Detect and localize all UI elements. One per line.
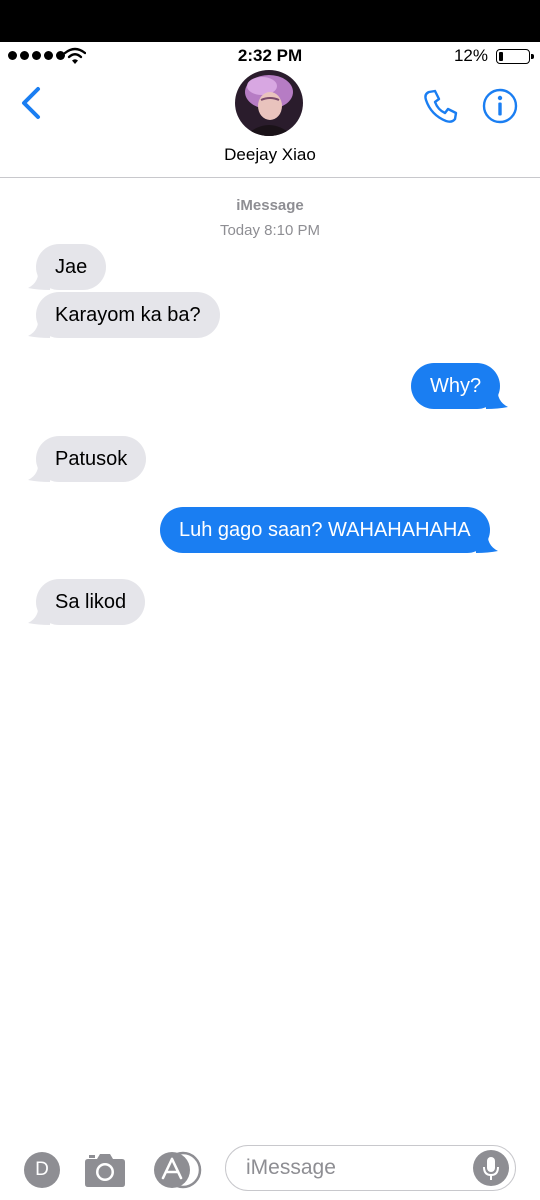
app-drawer-initial: D bbox=[35, 1159, 49, 1180]
chevron-left-icon[interactable] bbox=[14, 84, 54, 124]
message-text: Luh gago saan? WAHAHAHAHA bbox=[179, 519, 471, 541]
phone-icon[interactable] bbox=[420, 86, 460, 126]
message-text: Karayom ka ba? bbox=[55, 304, 201, 326]
conversation-header: Deejay Xiao bbox=[0, 70, 540, 178]
camera-icon[interactable] bbox=[84, 1151, 126, 1187]
app-store-icon[interactable] bbox=[153, 1151, 203, 1189]
bubble-tail bbox=[28, 268, 50, 290]
message-bubble-incoming[interactable]: Karayom ka ba? bbox=[28, 292, 220, 338]
message-text: Patusok bbox=[55, 448, 128, 470]
message-text: Why? bbox=[430, 375, 482, 397]
battery-icon bbox=[496, 49, 534, 64]
message-text: Sa likod bbox=[55, 591, 127, 613]
service-label: iMessage bbox=[236, 197, 304, 214]
top-black-bar bbox=[0, 0, 540, 42]
info-icon[interactable] bbox=[482, 88, 518, 124]
bubble-tail bbox=[28, 603, 50, 625]
message-input[interactable]: iMessage bbox=[225, 1145, 516, 1191]
bubble-tail bbox=[28, 460, 50, 482]
battery-percentage: 12% bbox=[453, 46, 488, 65]
message-composer: D iMessage bbox=[0, 1140, 540, 1200]
thread-timestamp: Today 8:10 PM bbox=[219, 222, 321, 239]
microphone-icon[interactable] bbox=[473, 1150, 509, 1186]
message-bubble-incoming[interactable]: Patusok bbox=[28, 436, 147, 482]
status-bar: 2:32 PM 12% bbox=[0, 42, 540, 70]
bubble-tail bbox=[28, 316, 50, 338]
contact-avatar[interactable] bbox=[235, 70, 303, 136]
bubble-tail bbox=[486, 387, 509, 409]
app-drawer-button[interactable]: D bbox=[24, 1152, 60, 1188]
message-bubble-incoming[interactable]: Jae bbox=[28, 244, 107, 290]
message-bubble-outgoing[interactable]: Why? bbox=[411, 363, 509, 409]
contact-name[interactable]: Deejay Xiao bbox=[0, 145, 540, 165]
message-bubble-incoming[interactable]: Sa likod bbox=[28, 579, 146, 625]
message-text: Jae bbox=[55, 256, 88, 278]
message-input-placeholder: iMessage bbox=[246, 1156, 336, 1179]
message-bubble-outgoing[interactable]: Luh gago saan? WAHAHAHAHA bbox=[160, 507, 498, 553]
bubble-tail bbox=[475, 531, 498, 553]
